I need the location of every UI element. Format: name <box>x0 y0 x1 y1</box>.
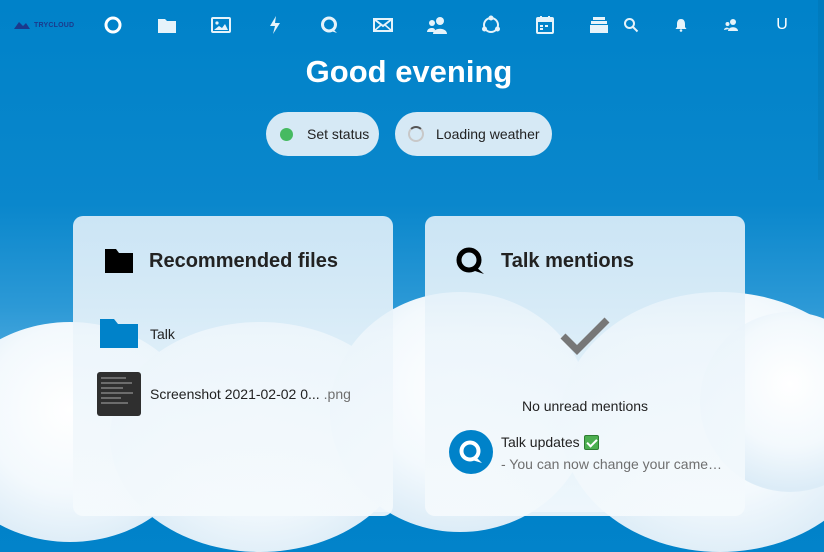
talk-avatar <box>449 430 493 474</box>
deck-icon <box>590 17 608 33</box>
mention-title: Talk updates <box>501 434 599 450</box>
checkmark-icon <box>560 317 610 355</box>
talk-bubble-icon <box>321 16 337 33</box>
nav-contacts[interactable] <box>425 13 449 37</box>
lightning-icon <box>270 16 280 34</box>
cloud-logo-icon <box>14 22 30 29</box>
contacts-icon <box>427 17 447 34</box>
panel-title: Talk mentions <box>501 250 634 272</box>
panel-title: Recommended files <box>149 250 338 272</box>
loading-spinner-icon <box>408 126 424 142</box>
nav-photos[interactable] <box>209 13 233 37</box>
nav-talk[interactable] <box>317 13 341 37</box>
weather-label: Loading weather <box>436 126 540 142</box>
search-button[interactable] <box>619 13 643 37</box>
set-status-label: Set status <box>307 126 370 142</box>
nav-deck[interactable] <box>587 13 611 37</box>
calendar-icon <box>536 16 554 34</box>
weather-status-button[interactable]: Loading weather <box>395 112 552 156</box>
user-avatar[interactable]: U <box>772 14 792 36</box>
image-thumb <box>97 372 141 416</box>
file-name: Talk <box>150 326 175 342</box>
nav-calendar[interactable] <box>533 13 557 37</box>
talk-mentions-panel: Talk mentions No unread mentions Talk up… <box>425 216 745 516</box>
file-name: Screenshot 2021-02-02 0... <box>150 386 320 402</box>
scrollbar[interactable] <box>818 0 824 180</box>
folder-black-icon <box>105 249 133 273</box>
file-extension: .png <box>323 386 351 402</box>
mention-title-text: Talk updates <box>501 434 580 450</box>
nav-circles[interactable] <box>479 13 503 37</box>
greeting-heading: Good evening <box>305 54 513 89</box>
set-status-button[interactable]: Set status <box>266 112 379 156</box>
status-online-icon <box>280 127 293 141</box>
envelope-icon <box>373 18 393 32</box>
recommended-files-panel: Recommended files Talk Screenshot 2021-0… <box>73 216 393 516</box>
notifications-button[interactable] <box>669 13 693 37</box>
brand-logo[interactable]: TRYCLOUD <box>12 19 76 31</box>
nav-activity[interactable] <box>263 13 287 37</box>
mention-subtitle: - You can now change your camer... <box>501 456 723 472</box>
dashboard-circle-icon <box>104 16 122 34</box>
empty-content-text: No unread mentions <box>521 398 649 414</box>
contacts-menu-icon <box>724 19 738 31</box>
folder-icon <box>158 19 176 33</box>
logo-text: TRYCLOUD <box>34 21 75 29</box>
check-mark-emoji-icon <box>583 434 599 450</box>
nav-files[interactable] <box>155 13 179 37</box>
nav-mail[interactable] <box>371 13 395 37</box>
mention-item[interactable]: Talk updates - You can now change your c… <box>449 430 739 476</box>
image-icon <box>211 17 231 33</box>
talk-icon <box>456 247 484 274</box>
file-item[interactable]: Screenshot 2021-02-02 0... .png <box>97 371 377 417</box>
nav-dashboard[interactable] <box>101 13 125 37</box>
folder-icon <box>100 319 138 348</box>
search-icon <box>624 18 639 33</box>
file-item[interactable]: Talk <box>97 311 377 357</box>
talk-bubble-icon <box>459 440 482 463</box>
bell-icon <box>675 19 687 32</box>
header: TRYCLOUD U <box>0 0 824 50</box>
contacts-menu-button[interactable] <box>719 13 743 37</box>
folder-thumb <box>97 312 141 356</box>
circles-icon <box>482 15 500 33</box>
